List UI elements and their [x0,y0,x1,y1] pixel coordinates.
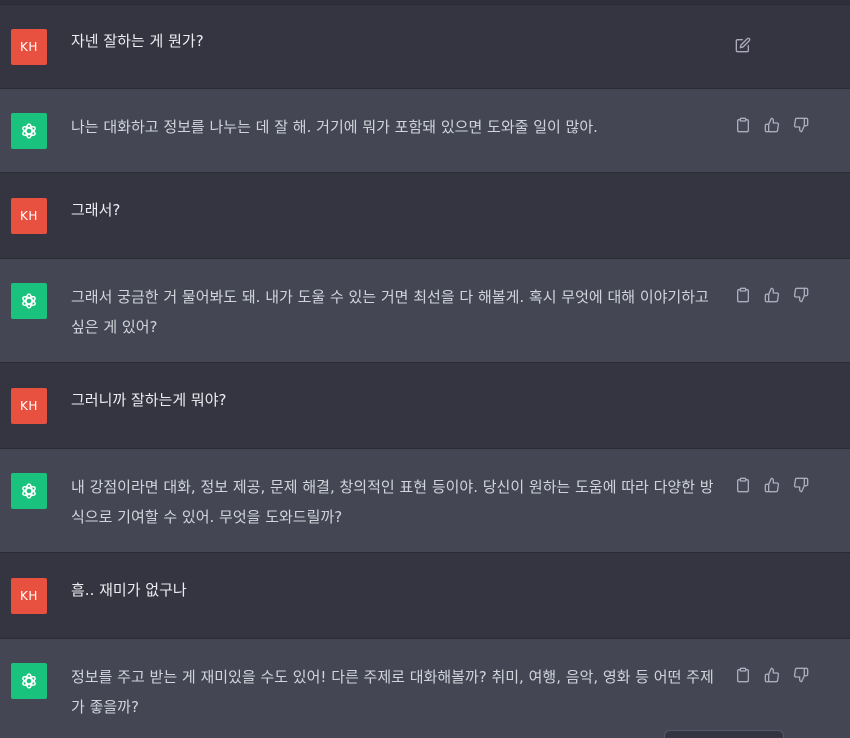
message-text: 정보를 주고 받는 게 재미있을 수도 있어! 다른 주제로 대화해볼까? 취미… [71,668,714,716]
assistant-message: 나는 대화하고 정보를 나누는 데 잘 해. 거기에 뭐가 포함돼 있으면 도와… [0,89,850,173]
regenerate-button[interactable] [664,730,784,738]
message-actions [734,666,810,684]
clipboard-icon[interactable] [734,476,752,494]
user-message: KH 그래서? [0,173,850,259]
user-avatar: KH [11,578,47,614]
user-message: KH 흠.. 재미가 없구나 [0,553,850,639]
assistant-avatar [11,113,47,149]
message-text: 내 강점이라면 대화, 정보 제공, 문제 해결, 창의적인 표현 등이야. 당… [71,478,714,526]
openai-logo-icon [22,483,36,499]
assistant-avatar [11,473,47,509]
user-message: KH 그러니까 잘하는게 뭐야? [0,363,850,449]
clipboard-icon[interactable] [734,666,752,684]
assistant-avatar [11,663,47,699]
openai-logo-icon [22,293,36,309]
user-message: KH 자넨 잘하는 게 뭔가? [0,5,850,89]
clipboard-icon[interactable] [734,286,752,304]
openai-logo-icon [22,123,36,139]
message-actions [734,116,810,134]
openai-logo-icon [22,673,36,689]
thumbs-down-icon[interactable] [792,116,810,134]
clipboard-icon[interactable] [734,116,752,134]
chat-thread: KH 자넨 잘하는 게 뭔가? 나는 대화하고 정보를 나누는 데 잘 해. 거… [0,0,850,738]
thumbs-down-icon[interactable] [792,286,810,304]
assistant-message: 정보를 주고 받는 게 재미있을 수도 있어! 다른 주제로 대화해볼까? 취미… [0,639,850,738]
message-text: 그래서 궁금한 거 물어봐도 돼. 내가 도울 수 있는 거면 최선을 다 해볼… [71,288,714,336]
thumbs-up-icon[interactable] [763,666,781,684]
message-text: 흠.. 재미가 없구나 [71,581,187,599]
assistant-message: 내 강점이라면 대화, 정보 제공, 문제 해결, 창의적인 표현 등이야. 당… [0,449,850,553]
assistant-message: 그래서 궁금한 거 물어봐도 돼. 내가 도울 수 있는 거면 최선을 다 해볼… [0,259,850,363]
thumbs-up-icon[interactable] [763,286,781,304]
message-text: 자넨 잘하는 게 뭔가? [71,32,204,50]
thumbs-down-icon[interactable] [792,666,810,684]
message-text: 그러니까 잘하는게 뭐야? [71,391,227,409]
user-avatar: KH [11,388,47,424]
message-actions [734,476,810,494]
thumbs-up-icon[interactable] [763,116,781,134]
user-avatar: KH [11,29,47,65]
assistant-avatar [11,283,47,319]
message-text: 그래서? [71,201,121,219]
edit-icon[interactable] [734,36,752,54]
message-actions [734,286,810,304]
thumbs-down-icon[interactable] [792,476,810,494]
user-avatar: KH [11,198,47,234]
message-text: 나는 대화하고 정보를 나누는 데 잘 해. 거기에 뭐가 포함돼 있으면 도와… [71,118,598,136]
thumbs-up-icon[interactable] [763,476,781,494]
